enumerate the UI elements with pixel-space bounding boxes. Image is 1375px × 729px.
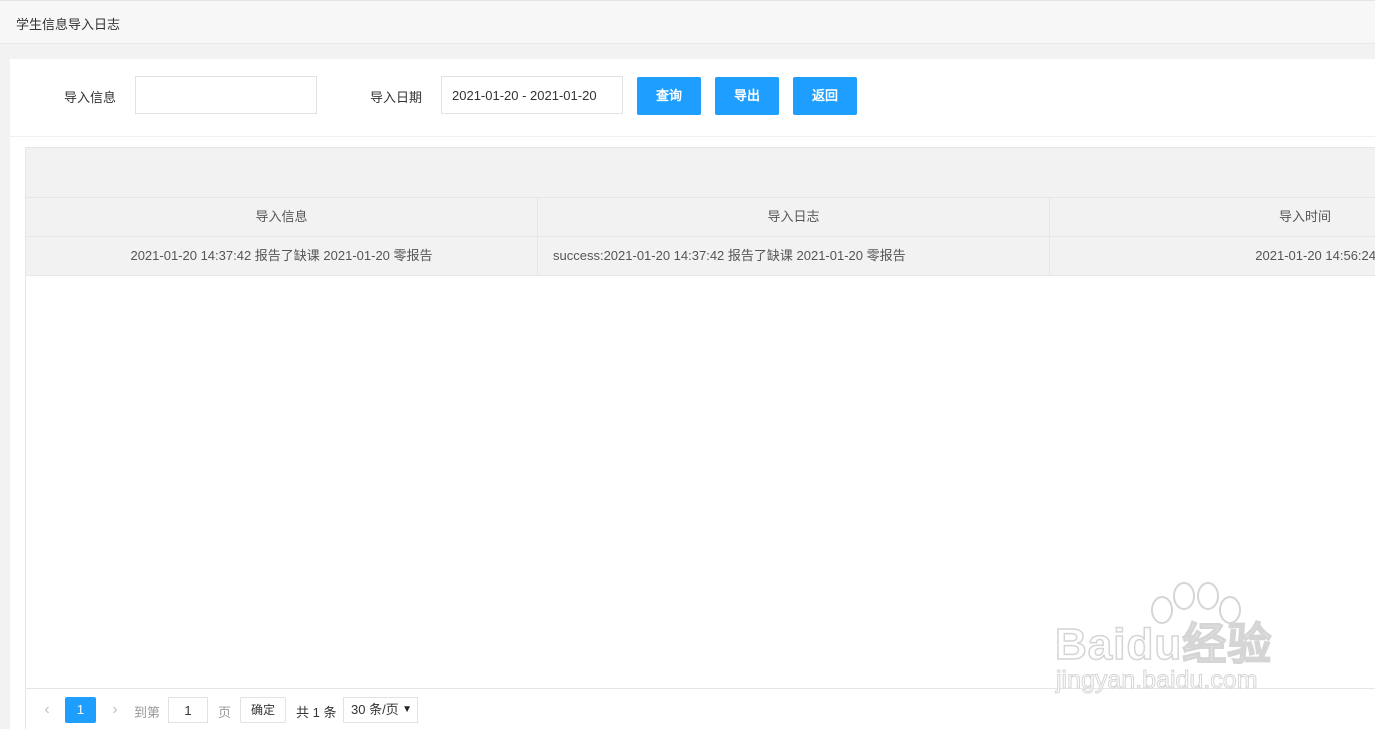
page-title: 学生信息导入日志 bbox=[16, 17, 121, 32]
page-size-value: 30 条/页 bbox=[351, 702, 399, 717]
import-date-label: 导入日期 bbox=[370, 90, 423, 105]
column-header-time[interactable]: 导入时间 bbox=[1050, 198, 1375, 236]
data-table: 导入信息 导入日志 导入时间 2021-01-20 14:37:42 报告了缺课… bbox=[25, 147, 1375, 729]
main-panel: 导入信息 导入日期 查询 导出 返回 导入信息 导入日志 导入时间 2021-0… bbox=[10, 59, 1375, 729]
cell-log: success:2021-01-20 14:37:42 报告了缺课 2021-0… bbox=[538, 237, 1050, 275]
import-info-label: 导入信息 bbox=[64, 90, 117, 105]
confirm-button[interactable]: 确定 bbox=[240, 697, 286, 723]
column-header-info[interactable]: 导入信息 bbox=[26, 198, 538, 236]
pagination: ‹ 1 › 到第 页 确定 共 1 条 30 条/页 ▼ bbox=[26, 688, 1375, 729]
cell-info: 2021-01-20 14:37:42 报告了缺课 2021-01-20 零报告 bbox=[26, 237, 538, 275]
chevron-left-icon[interactable]: ‹ bbox=[40, 700, 54, 720]
export-button[interactable]: 导出 bbox=[715, 77, 779, 115]
query-button[interactable]: 查询 bbox=[637, 77, 701, 115]
goto-suffix: 页 bbox=[218, 705, 232, 720]
page-1-button[interactable]: 1 bbox=[65, 697, 96, 723]
filter-toolbar: 导入信息 导入日期 查询 导出 返回 bbox=[10, 59, 1375, 137]
table-row[interactable]: 2021-01-20 14:37:42 报告了缺课 2021-01-20 零报告… bbox=[26, 237, 1375, 276]
import-date-input[interactable] bbox=[441, 76, 623, 114]
chevron-right-icon[interactable]: › bbox=[108, 700, 122, 720]
column-header-log[interactable]: 导入日志 bbox=[538, 198, 1050, 236]
import-info-input[interactable] bbox=[135, 76, 317, 114]
table-header: 导入信息 导入日志 导入时间 bbox=[26, 198, 1375, 237]
cell-time: 2021-01-20 14:56:24 bbox=[1255, 248, 1375, 263]
goto-prefix: 到第 bbox=[134, 705, 161, 720]
chevron-down-icon: ▼ bbox=[402, 704, 412, 715]
goto-page-input[interactable] bbox=[168, 697, 208, 723]
total-count: 共 1 条 bbox=[296, 705, 337, 720]
page-size-select[interactable]: 30 条/页 ▼ bbox=[343, 697, 418, 723]
table-toolbar bbox=[26, 148, 1375, 198]
back-button[interactable]: 返回 bbox=[793, 77, 857, 115]
page-header: 学生信息导入日志 bbox=[0, 0, 1375, 44]
